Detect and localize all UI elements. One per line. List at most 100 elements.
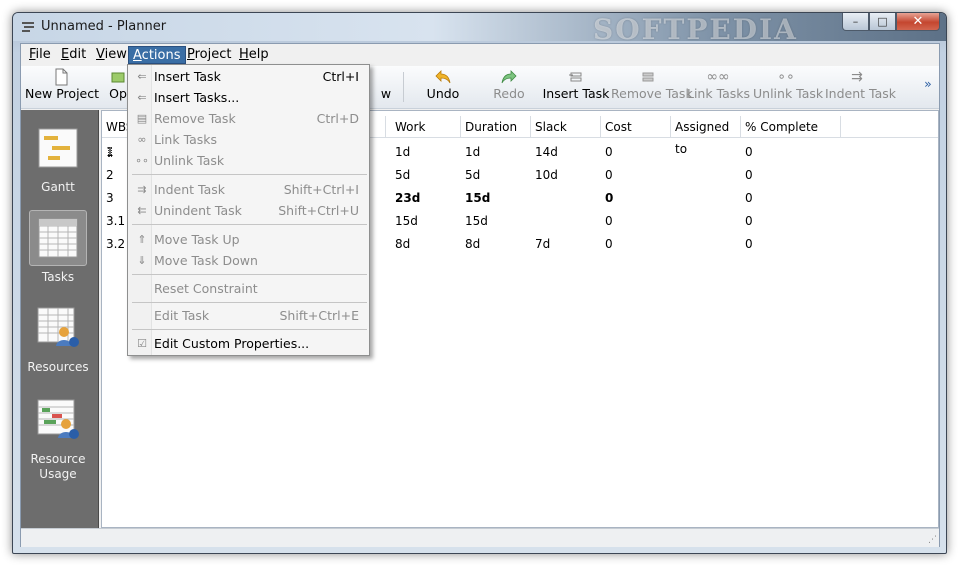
menu-edit[interactable]: Edit — [57, 46, 90, 64]
menu-view[interactable]: View — [92, 46, 131, 64]
menu-file[interactable]: File — [25, 46, 55, 64]
sidebar-item-resource-usage[interactable]: Resource Usage — [27, 392, 89, 482]
title-bar[interactable]: Unnamed - Planner SOFTPEDIA – □ ✕ — [13, 13, 946, 46]
duration-cell[interactable]: 1d — [461, 141, 480, 163]
gantt-icon — [38, 128, 78, 168]
tasks-icon — [38, 218, 78, 258]
indent-task-toolbar-button[interactable]: ⇉ Indent Task — [825, 68, 896, 106]
resize-grip-icon[interactable]: ⋰ — [928, 535, 937, 545]
properties-icon: ☑ — [137, 337, 147, 350]
menu-help[interactable]: Help — [235, 46, 273, 64]
redo-button[interactable]: Redo — [489, 68, 529, 106]
menu-project[interactable]: Project — [183, 46, 236, 64]
insert-task-toolbar-button[interactable]: Insert Task — [541, 68, 611, 106]
cost-cell[interactable]: 0 — [601, 164, 613, 186]
move-down-icon: ⇓ — [137, 254, 147, 267]
chevron-right-icon: » — [924, 76, 932, 91]
assigned-cell[interactable] — [671, 141, 675, 163]
menu-item-reset-constraint[interactable]: Reset Constraint — [130, 279, 367, 299]
resource-usage-icon — [37, 399, 79, 439]
new-project-button[interactable]: New Project — [25, 68, 99, 106]
menu-item-remove-task[interactable]: ▤ Remove Task Ctrl+D — [130, 109, 367, 129]
undo-button[interactable]: Undo — [421, 68, 465, 106]
duration-cell[interactable]: 5d — [461, 164, 480, 186]
menu-separator — [132, 174, 367, 175]
open-icon — [111, 72, 125, 83]
complete-cell[interactable]: 0 — [741, 210, 753, 232]
column-header-work[interactable]: Work — [391, 116, 461, 138]
menu-item-insert-tasks[interactable]: ⇐ Insert Tasks... — [130, 88, 367, 108]
work-cell[interactable]: 8d — [391, 233, 410, 255]
column-header-slack[interactable]: Slack — [531, 116, 601, 138]
complete-cell[interactable]: 0 — [741, 233, 753, 255]
column-header-assigned-to[interactable]: Assigned to — [671, 116, 741, 156]
window-title: Unnamed - Planner — [41, 19, 167, 34]
remove-task-toolbar-button[interactable]: Remove Task — [611, 68, 693, 106]
sidebar-item-gantt[interactable]: Gantt — [27, 120, 89, 195]
column-header-duration[interactable]: Duration — [461, 116, 531, 138]
menu-item-edit-custom-properties[interactable]: ☑ Edit Custom Properties... — [130, 334, 367, 354]
assigned-cell[interactable] — [671, 210, 675, 232]
wbs-cell[interactable]: 1 — [106, 145, 114, 159]
work-cell[interactable]: 23d — [391, 187, 420, 209]
toolbar-separator — [403, 72, 404, 102]
wbs-cell[interactable]: 3.1 — [102, 210, 125, 232]
sidebar-item-tasks[interactable]: Tasks — [27, 210, 89, 285]
unlink-task-icon: ∘∘ — [777, 69, 795, 85]
menu-item-move-task-up[interactable]: ⇑ Move Task Up — [130, 230, 367, 250]
column-header-cost[interactable]: Cost — [601, 116, 671, 138]
duration-cell[interactable]: 15d — [461, 187, 490, 209]
menu-item-indent-task[interactable]: ⇉ Indent Task Shift+Ctrl+I — [130, 180, 367, 200]
remove-task-icon — [642, 72, 654, 82]
duration-cell[interactable]: 8d — [461, 233, 480, 255]
slack-cell — [531, 210, 535, 232]
cost-cell[interactable]: 0 — [601, 233, 613, 255]
wbs-cell[interactable]: 3 — [102, 187, 114, 209]
maximize-button[interactable]: □ — [869, 13, 896, 31]
slack-cell: 10d — [535, 168, 558, 182]
duration-cell[interactable]: 15d — [461, 210, 488, 232]
unlink-task-toolbar-button[interactable]: ∘∘ Unlink Task — [753, 68, 823, 106]
menu-item-unlink-task[interactable]: ∘∘ Unlink Task — [130, 151, 367, 171]
insert-task-icon: ⇐ — [137, 70, 147, 83]
menu-separator — [132, 302, 367, 303]
sidebar-item-resources[interactable]: Resources — [27, 300, 89, 375]
cost-cell[interactable]: 0 — [601, 187, 613, 209]
complete-cell[interactable]: 0 — [741, 164, 753, 186]
menu-actions[interactable]: Actions — [128, 46, 186, 64]
minimize-icon: – — [852, 15, 859, 28]
column-header-percent-complete[interactable]: % Complete — [741, 116, 841, 138]
cost-cell[interactable]: 0 — [601, 141, 613, 163]
resources-icon — [37, 307, 79, 347]
actions-menu-dropdown: ⇐ Insert Task Ctrl+I ⇐ Insert Tasks... ▤… — [127, 64, 370, 356]
wbs-cell[interactable]: 2 — [102, 164, 114, 186]
close-icon: ✕ — [912, 14, 924, 29]
indent-task-icon: ⇉ — [851, 69, 863, 85]
assigned-cell[interactable] — [671, 187, 675, 209]
toolbar-overflow-button[interactable]: » — [921, 76, 935, 114]
work-cell[interactable]: 1d — [391, 141, 410, 163]
cost-cell[interactable]: 0 — [601, 210, 613, 232]
menu-item-edit-task[interactable]: Edit Task Shift+Ctrl+E — [130, 306, 367, 326]
complete-cell[interactable]: 0 — [741, 187, 753, 209]
menu-item-unindent-task[interactable]: ⇇ Unindent Task Shift+Ctrl+U — [130, 201, 367, 221]
unlink-task-icon: ∘∘ — [135, 154, 149, 167]
menu-item-insert-task[interactable]: ⇐ Insert Task Ctrl+I — [130, 67, 367, 87]
work-cell[interactable]: 5d — [391, 164, 410, 186]
menu-separator — [132, 224, 367, 225]
insert-tasks-icon: ⇐ — [137, 91, 147, 104]
slack-cell: 14d — [535, 145, 558, 159]
view-button[interactable]: w — [377, 68, 395, 106]
link-tasks-toolbar-button[interactable]: ∞∞ Link Tasks — [687, 68, 750, 106]
minimize-button[interactable]: – — [842, 13, 869, 31]
redo-arrow-icon — [501, 70, 517, 84]
wbs-cell[interactable]: 3.2 — [102, 233, 125, 255]
assigned-cell[interactable] — [671, 233, 675, 255]
complete-cell[interactable]: 0 — [741, 141, 753, 163]
assigned-cell[interactable] — [671, 164, 675, 186]
menu-item-move-task-down[interactable]: ⇓ Move Task Down — [130, 251, 367, 271]
close-button[interactable]: ✕ — [896, 13, 940, 31]
work-cell[interactable]: 15d — [391, 210, 418, 232]
link-tasks-icon: ∞ — [137, 133, 147, 146]
menu-item-link-tasks[interactable]: ∞ Link Tasks — [130, 130, 367, 150]
